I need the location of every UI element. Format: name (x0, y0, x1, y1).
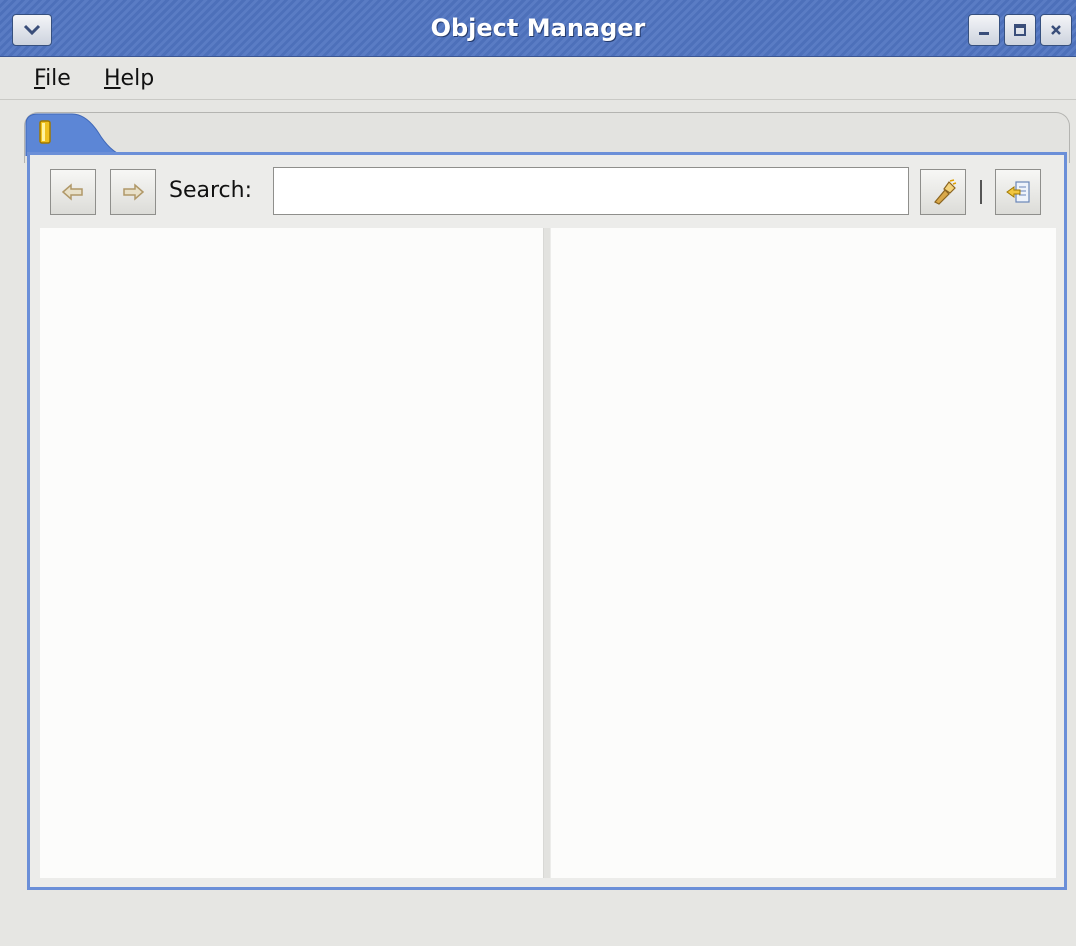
flashlight-icon (934, 179, 957, 205)
window-titlebar[interactable]: Object Manager (0, 0, 1076, 57)
forward-button[interactable] (110, 169, 156, 215)
minimize-icon (979, 32, 989, 35)
object-icon (39, 120, 51, 144)
close-button[interactable] (1040, 14, 1072, 46)
export-button[interactable] (995, 169, 1041, 215)
back-button[interactable] (50, 169, 96, 215)
detail-pane[interactable] (551, 228, 1056, 878)
search-button[interactable] (920, 169, 966, 215)
search-input[interactable] (273, 167, 909, 215)
minimize-button[interactable] (968, 14, 1000, 46)
tree-pane[interactable] (40, 228, 544, 878)
maximize-icon (1014, 24, 1026, 36)
export-icon (1006, 181, 1030, 203)
arrow-left-icon (61, 183, 83, 201)
close-icon (1051, 25, 1061, 35)
window-title: Object Manager (430, 14, 646, 42)
menu-help-label: elp (120, 66, 155, 91)
tab-object[interactable] (24, 110, 125, 157)
arrow-right-icon (123, 183, 145, 201)
menu-help[interactable]: Help (104, 66, 154, 91)
search-label: Search: (169, 178, 252, 203)
menu-help-mnemonic: H (104, 66, 121, 91)
menu-file-mnemonic: F (34, 66, 46, 91)
toolbar-separator (980, 180, 982, 204)
toolbar: Search: (47, 166, 1047, 218)
maximize-button[interactable] (1004, 14, 1036, 46)
menu-file[interactable]: File (34, 66, 71, 91)
pane-splitter[interactable] (544, 228, 550, 878)
menubar: File Help (0, 57, 1076, 100)
menu-file-label: ile (45, 66, 71, 91)
